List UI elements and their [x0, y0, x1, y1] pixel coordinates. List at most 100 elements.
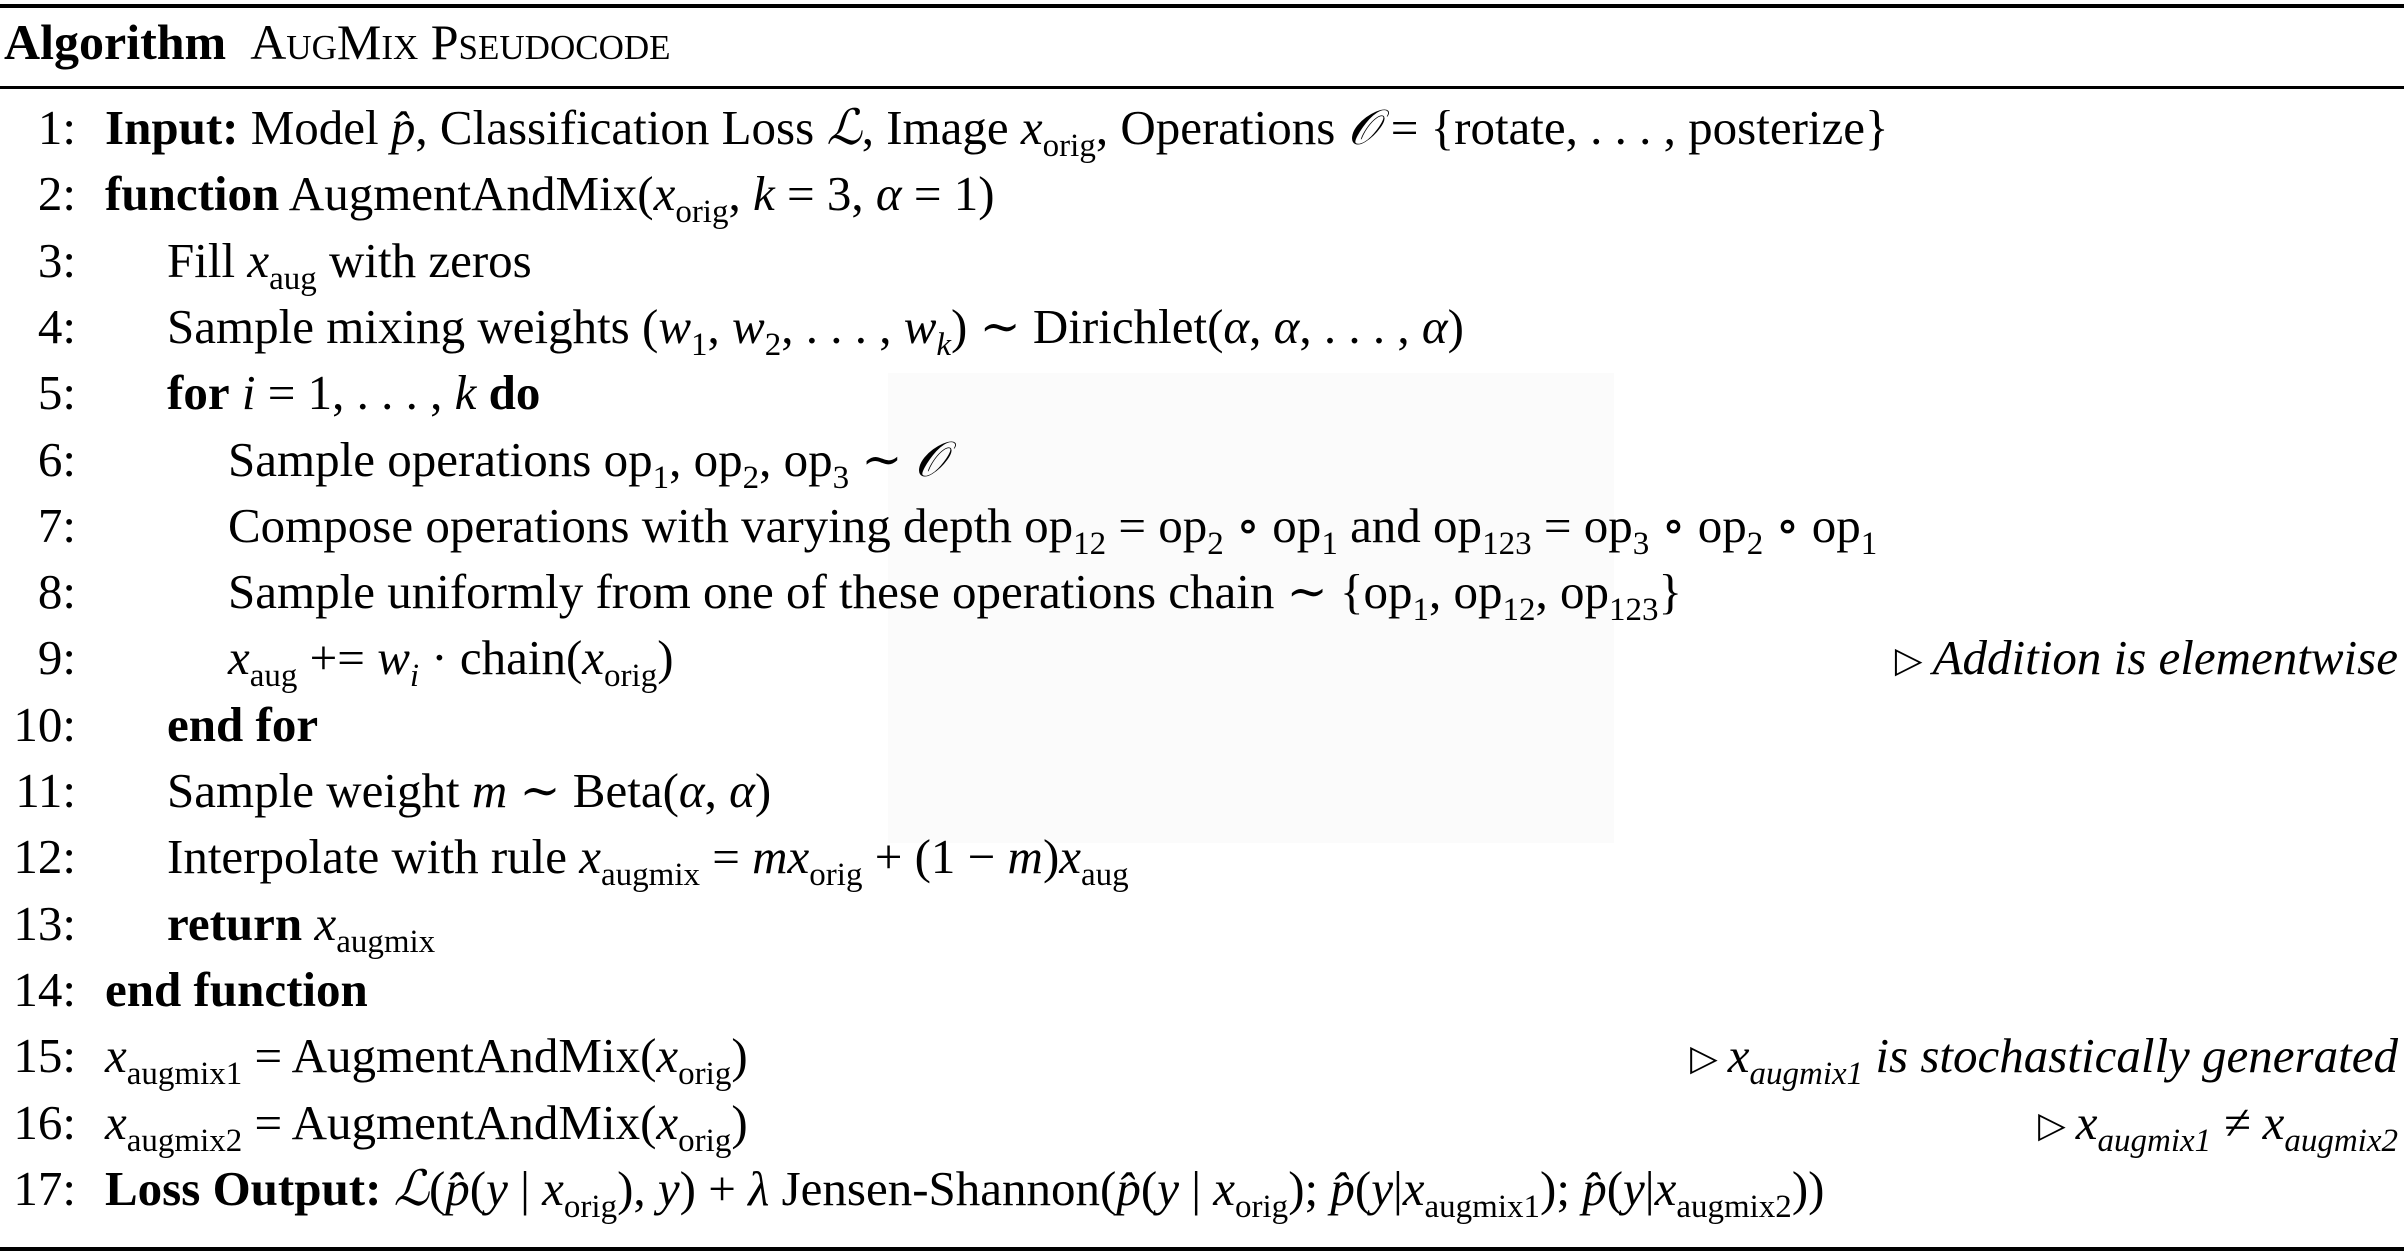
line-content: end for — [167, 692, 318, 758]
text-segment: ( — [469, 1160, 487, 1216]
text-segment: AugmentAndMix( — [279, 166, 654, 222]
text-segment: ) ∼ Dirichlet( — [951, 298, 1224, 354]
algorithm-line: 1: Input: Model p̂, Classification Loss ℒ… — [0, 95, 2404, 164]
subscript: aug — [269, 260, 317, 297]
text-segment: with zeros — [316, 232, 532, 288]
text-segment: = op — [1531, 497, 1633, 553]
text-segment: ∘ op — [1223, 497, 1322, 553]
line-number: 9: — [37, 630, 76, 686]
subscript: augmix1 — [1424, 1188, 1540, 1225]
algorithm-title: AugMix Pseudocode — [250, 14, 671, 70]
text-segment: p̂ — [390, 100, 416, 155]
subscript: 3 — [1632, 525, 1650, 562]
text-segment: ( — [1140, 1160, 1158, 1216]
text-segment: Addition is elementwise — [1932, 630, 2398, 686]
text-segment: = — [700, 829, 753, 885]
text-segment: x — [247, 232, 270, 288]
line-number: 8: — [37, 564, 76, 620]
line-number: 16: — [13, 1094, 76, 1150]
line-number: 4: — [37, 298, 76, 354]
line-comment: ▷ Addition is elementwise — [1895, 625, 2398, 693]
algorithm-line: 2: function AugmentAndMix(xorig, k = 3, α… — [0, 161, 2404, 230]
subscript: orig — [809, 857, 863, 894]
text-segment: , . . . , — [781, 298, 904, 354]
line-number: 5: — [37, 365, 76, 421]
text-segment: k — [454, 365, 477, 421]
algorithm-line: 16: xaugmix2 = AugmentAndMix(xorig) ▷ xaugm… — [0, 1090, 2404, 1159]
algorithm-line: 11: Sample weight m ∼ Beta(α, α) — [0, 758, 2404, 824]
subscript: orig — [678, 1122, 732, 1159]
text-segment: y — [1371, 1160, 1393, 1216]
text-segment: += — [297, 630, 378, 686]
text-segment: α — [1421, 298, 1448, 354]
text-segment: x — [1020, 100, 1043, 155]
text-segment: Compose operations with varying depth op — [228, 497, 1074, 553]
subscript: orig — [678, 1056, 732, 1093]
text-segment: ) — [754, 763, 772, 818]
text-segment: and op — [1337, 497, 1483, 553]
text-segment: = AugmentAndMix( — [242, 1094, 657, 1150]
text-segment: ( — [1354, 1160, 1372, 1216]
subscript: 123 — [1482, 525, 1532, 562]
text-segment: α — [1273, 298, 1300, 354]
text-segment: Sample mixing weights ( — [167, 298, 659, 354]
text-segment: ∘ op — [1649, 497, 1747, 553]
text-segment: , op — [669, 431, 743, 487]
text-segment — [476, 365, 488, 420]
line-number: 10: — [13, 696, 76, 752]
text-segment: , — [707, 298, 733, 354]
text-segment: ) — [1447, 298, 1464, 354]
text-segment: Sample weight — [167, 763, 472, 818]
algorithm-label: Algorithm — [4, 14, 227, 70]
text-segment: x — [1402, 1160, 1425, 1216]
text-segment: i — [241, 365, 256, 421]
subscript: augmix2 — [2284, 1122, 2398, 1159]
algorithm-line: 10: end for — [0, 692, 2404, 758]
text-segment: x — [582, 630, 605, 686]
subscript: 2 — [1746, 525, 1764, 562]
text-segment: p̂ — [1330, 1160, 1355, 1216]
caption-rule — [0, 86, 2404, 89]
text-segment: x — [228, 630, 250, 686]
algorithm-caption: Algorithm AugMix Pseudocode — [4, 12, 671, 72]
text-segment: = 3, — [774, 166, 876, 222]
algorithm-line: 9: xaug += wi · chain(xorig) ▷ Addition is … — [0, 625, 2404, 695]
comment-triangle-icon: ▷ — [1690, 1038, 1718, 1079]
algorithm-line: 6: Sample operations op1, op2, op3 ∼ 𝒪 — [0, 427, 2404, 496]
text-segment: x — [2075, 1094, 2098, 1150]
text-segment: p̂ — [1116, 1160, 1141, 1216]
text-segment: Sample uniformly from one of these opera… — [228, 564, 1413, 620]
text-segment: , . . . , — [1299, 298, 1422, 354]
subscript: augmix1 — [2097, 1122, 2212, 1159]
text-segment: x — [653, 166, 676, 222]
text-segment: α — [1223, 298, 1250, 354]
text-segment: y — [486, 1160, 508, 1216]
text-segment — [381, 1161, 393, 1216]
text-segment: λ — [748, 1160, 770, 1216]
text-segment: } — [1658, 564, 1683, 620]
text-segment: Fill — [167, 232, 248, 288]
subscript: 12 — [1502, 592, 1536, 629]
text-segment: 𝒪 — [1347, 99, 1379, 156]
text-segment: p̂ — [1582, 1160, 1607, 1216]
subscript: augmix — [336, 923, 436, 960]
text-segment: ); — [1540, 1160, 1583, 1216]
line-content: Loss Output: ℒ(p̂(y | xorig), y) + λ Jen… — [105, 1156, 1824, 1240]
algorithm-line: 15: xaugmix1 = AugmentAndMix(xorig) ▷ xaugm… — [0, 1023, 2404, 1093]
text-segment: x — [1727, 1028, 1750, 1084]
text-segment: is stochastically generated — [1863, 1028, 2398, 1084]
line-number: 14: — [13, 961, 76, 1017]
text-segment: Jensen-Shannon( — [769, 1160, 1117, 1216]
text-segment: ( — [1606, 1160, 1624, 1216]
text-segment — [230, 365, 242, 420]
subscript: orig — [604, 658, 658, 695]
text-segment: = op — [1106, 497, 1208, 553]
text-segment: x — [105, 1094, 127, 1150]
text-segment: α — [678, 763, 705, 818]
text-segment: = AugmentAndMix( — [242, 1028, 657, 1084]
text-segment: | — [1178, 1160, 1214, 1216]
algorithm-line: 14: end function — [0, 957, 2404, 1023]
subscript: augmix — [601, 857, 700, 894]
algorithm-line: 7: Compose operations with varying depth … — [0, 493, 2404, 562]
text-segment: = 1) — [901, 166, 995, 222]
